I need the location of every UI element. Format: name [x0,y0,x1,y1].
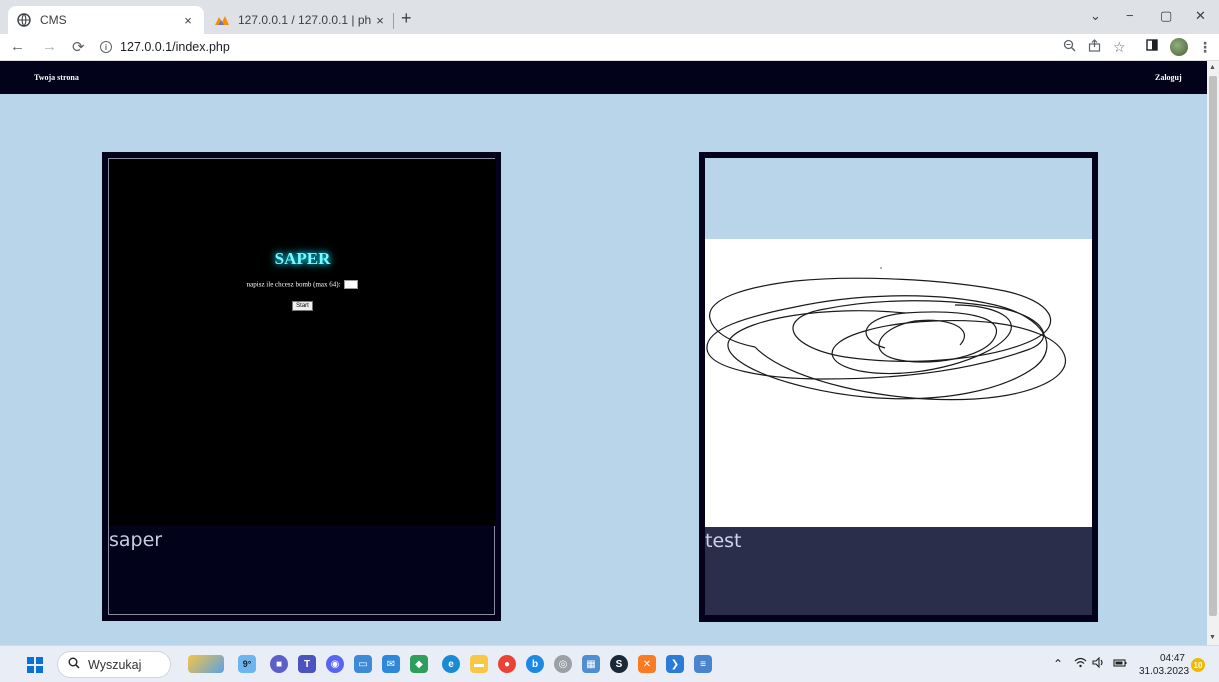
scribble-drawing [706,267,1066,401]
reload-icon[interactable]: ⟳ [72,38,85,56]
clock-date: 31.03.2023 [1139,666,1190,677]
taskbar-search[interactable]: Wyszukaj [57,651,171,678]
bomb-count-label: napisz ile chcesz bomb (max 64): [246,280,341,289]
mail-icon[interactable]: ✉ [382,655,400,673]
saper-game-preview: SAPER napisz ile chcesz bomb (max 64): S… [109,159,496,526]
windows-start-icon[interactable] [27,657,43,673]
card-title[interactable]: saper [109,529,162,551]
page-scrollbar[interactable]: ▲ ▼ [1207,61,1219,645]
drawing-canvas[interactable] [705,239,1092,527]
tab-search-icon[interactable]: ⌄ [1090,8,1101,24]
tab-separator [393,13,394,29]
file-explorer-icon[interactable]: ▬ [470,655,488,673]
scroll-down-icon[interactable]: ▼ [1209,634,1216,641]
url-text: 127.0.0.1/index.php [120,40,230,54]
card-caption-area [705,527,1092,615]
weather-temp: 9° [242,659,252,669]
close-tab-icon[interactable]: × [372,13,388,28]
side-panel-icon[interactable] [1146,39,1158,54]
site-brand-link[interactable]: Twoja strona [34,73,79,82]
tab-cms[interactable]: CMS × [8,6,204,34]
address-field[interactable]: i 127.0.0.1/index.php [100,40,230,54]
clock-time: 04:47 [1159,653,1185,664]
tab-title: CMS [40,13,67,27]
info-icon[interactable]: i [100,41,112,53]
tab-title: 127.0.0.1 / 127.0.0.1 | phpMyAdm [238,13,372,27]
search-placeholder: Wyszukaj [88,657,142,672]
share-icon[interactable] [1088,39,1101,55]
card-inner-frame: SAPER napisz ile chcesz bomb (max 64): S… [108,158,496,615]
site-navbar: Twoja strona Zaloguj [0,61,1207,94]
chrome-icon[interactable]: ● [498,655,516,673]
battery-icon[interactable] [1113,657,1127,671]
login-link[interactable]: Zaloguj [1155,73,1182,82]
close-window-button[interactable]: ✕ [1195,8,1206,24]
disc-icon[interactable]: ◎ [554,655,572,673]
address-toolbar: ← → ⟳ i 127.0.0.1/index.php ☆ ⋮ [0,34,1219,61]
phpmyadmin-icon [214,12,230,28]
card-top-area [705,158,1092,239]
search-icon [68,657,80,672]
teams-icon[interactable]: T [298,655,316,673]
close-tab-icon[interactable]: × [180,13,196,28]
project-card-saper[interactable]: SAPER napisz ile chcesz bomb (max 64): S… [102,152,501,621]
weather-icon[interactable]: 9° [238,655,256,673]
store-badge-icon[interactable]: ◆ [410,655,428,673]
notepad-icon[interactable]: ≡ [694,655,712,673]
meet-icon[interactable]: ■ [270,655,288,673]
back-arrow-icon[interactable]: ← [10,38,25,55]
photos-icon[interactable]: ▦ [582,655,600,673]
edge-icon[interactable]: e [442,655,460,673]
forward-arrow-icon[interactable]: → [42,38,57,55]
minimize-button[interactable]: − [1126,8,1134,23]
bookmark-star-icon[interactable]: ☆ [1113,39,1126,56]
maximize-button[interactable]: ▢ [1160,8,1172,24]
tab-phpmyadmin[interactable]: 127.0.0.1 / 127.0.0.1 | phpMyAdm × [206,6,396,34]
notification-badge[interactable]: 10 [1191,658,1205,672]
zoom-icon[interactable] [1063,39,1076,55]
card-title[interactable]: test [705,530,742,552]
speaker-icon[interactable] [1092,656,1105,671]
terminal-icon[interactable]: ▭ [354,655,372,673]
scrollbar-thumb[interactable] [1209,76,1217,616]
start-button[interactable]: Start [292,301,313,311]
project-card-test[interactable]: test [699,152,1098,622]
tray-expand-icon[interactable]: ⌃ [1053,657,1063,671]
profile-avatar[interactable] [1170,38,1188,56]
more-menu-icon[interactable]: ⋮ [1198,39,1212,56]
scroll-up-icon[interactable]: ▲ [1209,64,1216,71]
browser-tab-strip: CMS × 127.0.0.1 / 127.0.0.1 | phpMyAdm ×… [0,0,1219,34]
system-clock[interactable]: 04:47 31.03.2023 [1139,652,1190,678]
bomb-count-input[interactable] [344,280,359,289]
page-viewport: Twoja strona Zaloguj SAPER napisz ile ch… [0,61,1207,645]
steam-icon[interactable]: S [610,655,628,673]
os-taskbar: Wyszukaj 9° ■ T ◉ ▭ ✉ ◆ e ▬ ● b ◎ ▦ S ✕ … [0,645,1219,682]
game-title: SAPER [274,249,331,268]
globe-icon [16,12,32,28]
bomb-count-row: napisz ile chcesz bomb (max 64): [109,280,496,289]
wifi-icon[interactable] [1074,657,1087,671]
discord-icon[interactable]: ◉ [326,655,344,673]
widgets-icon[interactable] [188,655,224,673]
bing-icon[interactable]: b [526,655,544,673]
xampp-icon[interactable]: ✕ [638,655,656,673]
vscode-icon[interactable]: ❯ [666,655,684,673]
new-tab-button[interactable]: + [401,8,412,29]
